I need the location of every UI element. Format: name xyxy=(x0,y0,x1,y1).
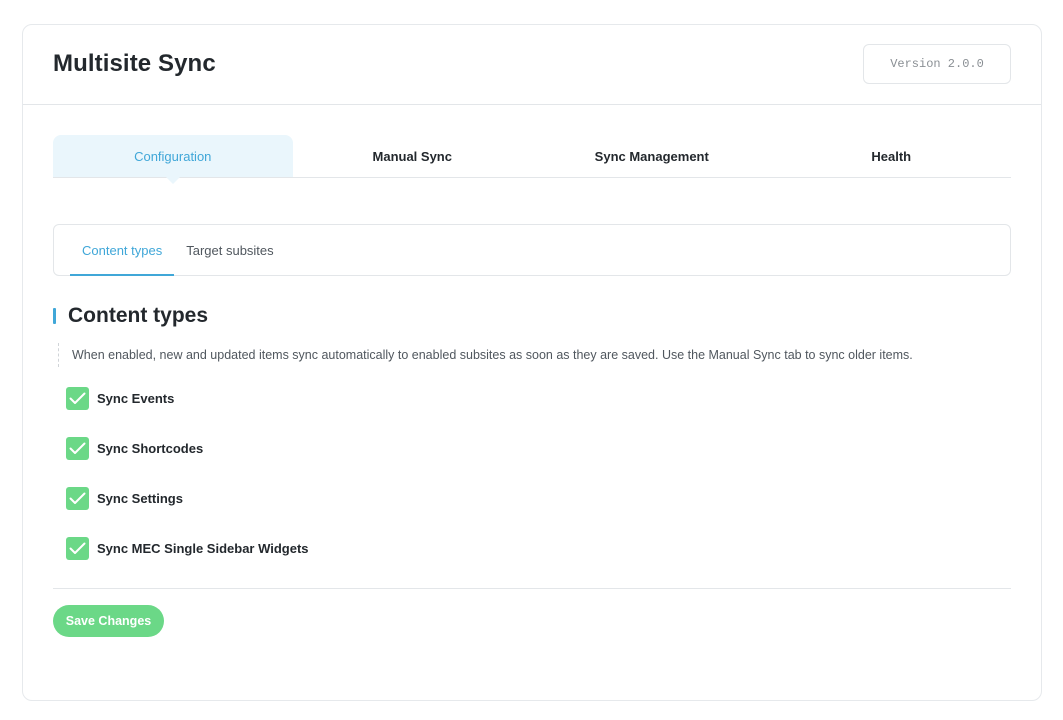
section-title: Content types xyxy=(68,304,209,327)
section-description: When enabled, new and updated items sync… xyxy=(58,343,913,367)
tab-manual-sync[interactable]: Manual Sync xyxy=(293,135,533,177)
option-sync-shortcodes[interactable]: Sync Shortcodes xyxy=(66,436,309,461)
tab-configuration[interactable]: Configuration xyxy=(53,135,293,184)
content-type-options: Sync Events Sync Shortcodes Sync Setting… xyxy=(66,386,309,586)
sub-tabs: Content types Target subsites xyxy=(53,224,1011,276)
checkbox-sync-events[interactable] xyxy=(66,387,89,410)
tab-sync-management[interactable]: Sync Management xyxy=(532,135,772,177)
option-sync-settings[interactable]: Sync Settings xyxy=(66,486,309,511)
checkmark-icon xyxy=(69,442,86,454)
checkbox-sync-settings[interactable] xyxy=(66,487,89,510)
subtab-target-subsites[interactable]: Target subsites xyxy=(174,225,285,275)
option-sync-events[interactable]: Sync Events xyxy=(66,386,309,411)
section-accent-bar xyxy=(53,308,56,324)
option-label: Sync Shortcodes xyxy=(97,441,204,456)
page-title: Multisite Sync xyxy=(53,50,216,77)
subtab-content-types[interactable]: Content types xyxy=(70,225,175,276)
checkmark-icon xyxy=(69,542,86,554)
settings-panel: Multisite Sync Version 2.0.0 Configurati… xyxy=(22,24,1042,701)
option-label: Sync MEC Single Sidebar Widgets xyxy=(97,541,309,556)
checkbox-sync-sidebar-widgets[interactable] xyxy=(66,537,89,560)
divider xyxy=(53,588,1011,589)
tab-health[interactable]: Health xyxy=(772,135,1012,177)
save-changes-button[interactable]: Save Changes xyxy=(53,605,164,637)
option-label: Sync Settings xyxy=(97,491,183,506)
panel-header: Multisite Sync Version 2.0.0 xyxy=(23,25,1041,105)
version-badge: Version 2.0.0 xyxy=(863,44,1011,84)
option-label: Sync Events xyxy=(97,391,175,406)
checkmark-icon xyxy=(69,492,86,504)
checkbox-sync-shortcodes[interactable] xyxy=(66,437,89,460)
checkmark-icon xyxy=(69,392,86,404)
main-tabs: Configuration Manual Sync Sync Managemen… xyxy=(53,135,1012,184)
section-heading: Content types xyxy=(53,304,208,328)
option-sync-sidebar-widgets[interactable]: Sync MEC Single Sidebar Widgets xyxy=(66,536,309,561)
